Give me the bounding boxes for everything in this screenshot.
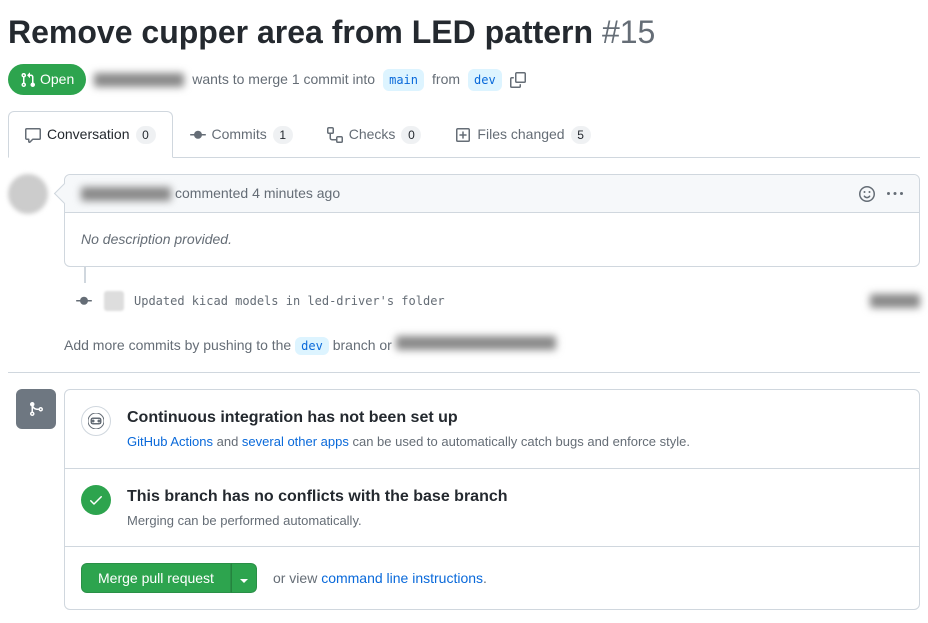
comment-header: commented 4 minutes ago (65, 175, 919, 213)
tabnav: Conversation 0 Commits 1 Checks 0 Files … (8, 111, 920, 158)
state-badge-open: Open (8, 64, 86, 95)
comment-author-redacted (81, 187, 171, 201)
bot-icon (81, 406, 111, 436)
conversation-icon (25, 127, 41, 143)
tab-files[interactable]: Files changed 5 (438, 111, 607, 158)
checks-icon (327, 127, 343, 143)
state-label: Open (40, 69, 74, 90)
pull-request-icon (20, 72, 36, 88)
github-actions-link[interactable]: GitHub Actions (127, 434, 213, 449)
commit-avatar[interactable] (104, 291, 124, 311)
avatar[interactable] (8, 174, 48, 214)
tab-commits[interactable]: Commits 1 (173, 111, 310, 158)
commit-sha-redacted[interactable] (870, 294, 920, 308)
merge-button[interactable]: Merge pull request (81, 563, 231, 593)
comment-body: No description provided. (65, 213, 919, 266)
merge-box: Continuous integration has not been set … (64, 389, 920, 610)
pr-meta: Open wants to merge 1 commit into main f… (8, 64, 920, 95)
merge-icon (16, 389, 56, 429)
push-hint-mid: branch or (333, 337, 392, 353)
pr-title: Remove cupper area from LED pattern #15 (8, 8, 920, 56)
pr-title-text: Remove cupper area from LED pattern (8, 14, 593, 50)
comment-block: commented 4 minutes ago No description p… (64, 174, 920, 267)
commit-message[interactable]: Updated kicad models in led-driver's fol… (134, 292, 445, 310)
comment-action: commented (175, 183, 248, 204)
push-hint-prefix: Add more commits by pushing to the (64, 337, 291, 353)
commits-icon (190, 127, 206, 143)
conflicts-row: This branch has no conflicts with the ba… (65, 468, 919, 547)
timeline: commented 4 minutes ago No description p… (64, 174, 920, 319)
author-redacted (94, 73, 184, 87)
merge-section: Continuous integration has not been set … (64, 389, 920, 610)
base-branch[interactable]: main (383, 69, 424, 91)
cli-text: or view command line instructions. (273, 568, 487, 589)
pr-number: #15 (602, 14, 655, 50)
conflicts-desc: Merging can be performed automatically. (127, 511, 508, 531)
conflicts-title: This branch has no conflicts with the ba… (127, 485, 508, 509)
tab-conversation[interactable]: Conversation 0 (8, 111, 173, 158)
tab-conversation-count: 0 (136, 126, 156, 144)
files-icon (455, 127, 471, 143)
caret-down-icon (240, 579, 248, 583)
tab-files-label: Files changed (477, 124, 564, 145)
tab-checks[interactable]: Checks 0 (310, 111, 439, 158)
tab-files-count: 5 (571, 126, 591, 144)
push-hint: Add more commits by pushing to the dev b… (8, 319, 920, 373)
commit-icon (76, 291, 92, 311)
cli-link[interactable]: command line instructions (321, 570, 483, 586)
tab-checks-label: Checks (349, 124, 396, 145)
head-branch[interactable]: dev (468, 69, 502, 91)
ci-desc: GitHub Actions and several other apps ca… (127, 432, 690, 452)
tab-checks-count: 0 (401, 126, 421, 144)
merge-button-group: Merge pull request (81, 563, 257, 593)
tab-commits-count: 1 (273, 126, 293, 144)
kebab-icon[interactable] (887, 186, 903, 202)
tab-commits-label: Commits (212, 124, 267, 145)
merge-button-caret[interactable] (231, 563, 257, 593)
comment-time[interactable]: 4 minutes ago (252, 183, 340, 204)
commit-item: Updated kicad models in led-driver's fol… (64, 283, 920, 319)
other-apps-link[interactable]: several other apps (242, 434, 349, 449)
comment-box: commented 4 minutes ago No description p… (64, 174, 920, 267)
copy-icon[interactable] (510, 72, 526, 88)
ci-row: Continuous integration has not been set … (65, 390, 919, 468)
push-hint-redacted (396, 336, 556, 350)
ci-title: Continuous integration has not been set … (127, 406, 690, 430)
check-icon (81, 485, 111, 515)
merge-action-row: Merge pull request or view command line … (65, 546, 919, 609)
tab-conversation-label: Conversation (47, 124, 130, 145)
push-hint-branch: dev (295, 337, 329, 355)
merge-from-text: from (432, 69, 460, 90)
emoji-icon[interactable] (859, 186, 875, 202)
merge-wants-text: wants to merge 1 commit into (192, 69, 375, 90)
